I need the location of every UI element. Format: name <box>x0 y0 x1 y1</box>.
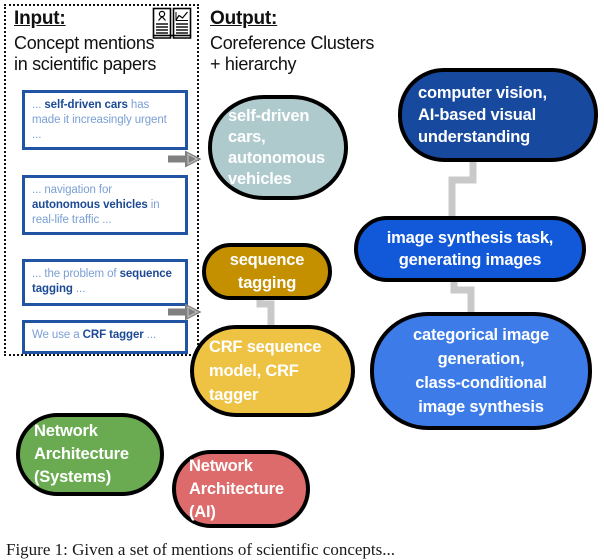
arrow-mentions-to-vehicles-cluster <box>168 150 202 168</box>
cluster-label: image synthesis task, generating images <box>386 229 554 269</box>
mention-prefix: ... the problem of <box>32 268 120 280</box>
cluster-label: Network Architecture (Systems) <box>34 422 129 486</box>
cluster-label: Network Architecture (AI) <box>189 456 284 521</box>
mention-bold: self-driven cars <box>44 99 128 111</box>
figure-canvas: Input: Concept mentions in scientific pa… <box>0 0 604 559</box>
arrow-mentions-to-crf-cluster <box>168 303 202 321</box>
cluster-image-synthesis[interactable]: image synthesis task, generating images <box>354 216 586 282</box>
cluster-crf-sequence-model[interactable]: CRF sequence model, CRF tagger <box>190 325 355 417</box>
cluster-label: self-driven cars, autonomous vehicles <box>228 106 325 188</box>
cluster-categorical-image-generation[interactable]: categorical image generation, class-cond… <box>370 312 592 430</box>
mention-box-autonomous-vehicles[interactable]: ... navigation for autonomous vehicles i… <box>22 175 188 235</box>
mention-prefix: We use a <box>32 329 83 341</box>
cluster-label: categorical image generation, class-cond… <box>413 326 549 416</box>
input-subtitle: Concept mentions in scientific papers <box>14 33 157 74</box>
book-chart-icon <box>152 6 192 40</box>
cluster-sequence-tagging[interactable]: sequence tagging <box>202 243 332 300</box>
mention-bold: CRF tagger <box>82 329 144 341</box>
mention-suffix: ... <box>143 329 157 341</box>
cluster-label: computer vision, AI-based visual underst… <box>418 84 547 146</box>
output-subtitle: Coreference Clusters + hierarchy <box>210 33 375 74</box>
mention-box-self-driven-cars[interactable]: ... self-driven cars has made it increas… <box>22 90 188 150</box>
figure-caption: Figure 1: Given a set of mentions of sci… <box>6 540 396 559</box>
mention-bold: autonomous vehicles <box>32 199 148 211</box>
mention-prefix: ... navigation for <box>32 184 113 196</box>
cluster-label: CRF sequence model, CRF tagger <box>209 338 322 404</box>
input-heading: Input: <box>14 8 66 29</box>
mention-box-crf-tagger[interactable]: We use a CRF tagger ... <box>22 320 188 354</box>
cluster-label: sequence tagging <box>229 250 305 292</box>
output-heading: Output: <box>210 8 278 29</box>
cluster-network-architecture-systems[interactable]: Network Architecture (Systems) <box>16 413 164 496</box>
mention-prefix: ... <box>32 99 45 111</box>
cluster-self-driven-cars[interactable]: self-driven cars, autonomous vehicles <box>208 95 348 200</box>
mention-box-sequence-tagging[interactable]: ... the problem of sequence tagging ... <box>22 259 188 306</box>
mention-suffix: ... <box>72 283 86 295</box>
cluster-computer-vision[interactable]: computer vision, AI-based visual underst… <box>398 68 598 162</box>
cluster-network-architecture-ai[interactable]: Network Architecture (AI) <box>172 450 310 528</box>
